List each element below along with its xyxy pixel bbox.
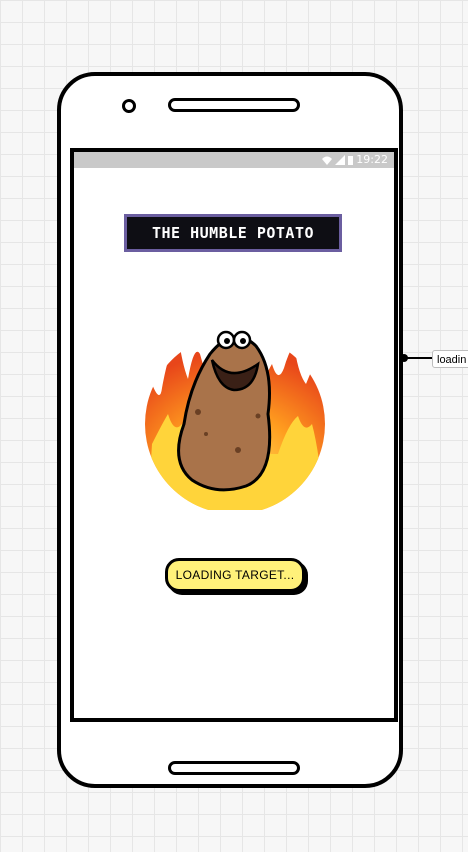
potato-character-icon: [177, 330, 272, 492]
potato-flames-image: [145, 330, 325, 510]
app-title-banner: THE HUMBLE POTATO: [124, 214, 342, 252]
signal-icon: [335, 155, 346, 165]
status-time: 19:22: [356, 153, 388, 166]
status-icons: 19:22: [322, 153, 388, 167]
earpiece-speaker: [168, 98, 300, 112]
home-button[interactable]: [168, 761, 300, 775]
front-camera: [122, 99, 136, 113]
status-bar: 19:22: [74, 152, 394, 168]
app-title: THE HUMBLE POTATO: [151, 224, 315, 242]
phone-screen: 19:22 THE HUMBLE POTATO LOADING TARGET..…: [70, 148, 398, 722]
annotation-label: loadin: [432, 350, 468, 368]
annotation-dot: [400, 354, 408, 362]
loading-target-button[interactable]: LOADING TARGET...: [165, 558, 305, 592]
wifi-icon: [322, 156, 333, 165]
battery-icon: [348, 155, 354, 165]
